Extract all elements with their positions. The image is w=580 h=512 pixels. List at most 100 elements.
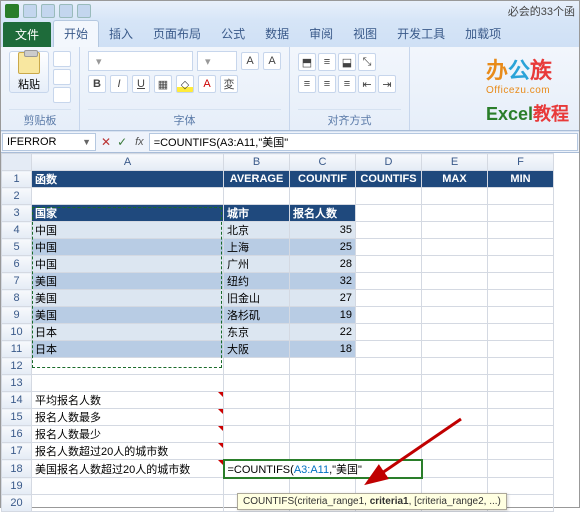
- font-size-dropdown[interactable]: ▾: [197, 51, 237, 71]
- worksheet-area[interactable]: A B C D E F 1 函数 AVERAGE COUNTIF COUNTIF…: [1, 153, 579, 512]
- row-header[interactable]: 19: [2, 478, 32, 495]
- cell[interactable]: [356, 341, 422, 358]
- cell[interactable]: [488, 409, 554, 426]
- tab-insert[interactable]: 插入: [99, 21, 143, 47]
- cell[interactable]: [224, 188, 290, 205]
- cell[interactable]: [224, 443, 290, 460]
- cut-button[interactable]: [53, 51, 71, 67]
- cell[interactable]: [488, 188, 554, 205]
- qat-undo-icon[interactable]: [41, 4, 55, 18]
- cell[interactable]: [356, 375, 422, 392]
- cell[interactable]: 22: [290, 324, 356, 341]
- cell[interactable]: [32, 478, 224, 495]
- qat-dropdown-icon[interactable]: [77, 4, 91, 18]
- cell[interactable]: [356, 188, 422, 205]
- tab-review[interactable]: 审阅: [299, 21, 343, 47]
- cell[interactable]: [356, 222, 422, 239]
- cell[interactable]: [422, 443, 488, 460]
- decrease-indent-button[interactable]: ⇤: [358, 75, 376, 93]
- col-header-C[interactable]: C: [290, 154, 356, 171]
- align-bottom-button[interactable]: ⬓: [338, 53, 356, 71]
- row-header[interactable]: 11: [2, 341, 32, 358]
- cell[interactable]: [488, 256, 554, 273]
- cell[interactable]: 报名人数最少: [32, 426, 224, 443]
- cell[interactable]: [32, 375, 224, 392]
- cell[interactable]: [224, 409, 290, 426]
- col-header-B[interactable]: B: [224, 154, 290, 171]
- increase-indent-button[interactable]: ⇥: [378, 75, 396, 93]
- cell[interactable]: [488, 205, 554, 222]
- cell[interactable]: [422, 478, 488, 495]
- cell[interactable]: [32, 358, 224, 375]
- cell[interactable]: [488, 341, 554, 358]
- col-header-E[interactable]: E: [422, 154, 488, 171]
- cell[interactable]: [356, 478, 422, 495]
- cell[interactable]: 国家: [32, 205, 224, 222]
- tab-home[interactable]: 开始: [53, 20, 99, 47]
- cell[interactable]: [488, 478, 554, 495]
- cell[interactable]: [422, 222, 488, 239]
- cell[interactable]: 35: [290, 222, 356, 239]
- row-header[interactable]: 5: [2, 239, 32, 256]
- cell[interactable]: 28: [290, 256, 356, 273]
- select-all-corner[interactable]: [2, 154, 32, 171]
- cell[interactable]: 大阪: [224, 341, 290, 358]
- cell[interactable]: [422, 375, 488, 392]
- tab-addins[interactable]: 加载项: [455, 21, 511, 47]
- phonetic-button[interactable]: 変: [220, 75, 238, 93]
- row-header[interactable]: 15: [2, 409, 32, 426]
- row-header[interactable]: 4: [2, 222, 32, 239]
- col-header-D[interactable]: D: [356, 154, 422, 171]
- cell[interactable]: COUNTIF: [290, 171, 356, 188]
- decrease-font-button[interactable]: A: [263, 52, 281, 70]
- cell[interactable]: [290, 188, 356, 205]
- tab-pagelayout[interactable]: 页面布局: [143, 21, 211, 47]
- row-header[interactable]: 1: [2, 171, 32, 188]
- name-box[interactable]: IFERROR ▼: [2, 133, 96, 151]
- cell[interactable]: 日本: [32, 341, 224, 358]
- cell[interactable]: AVERAGE: [224, 171, 290, 188]
- cell[interactable]: [356, 358, 422, 375]
- cell[interactable]: 32: [290, 273, 356, 290]
- cell[interactable]: [356, 426, 422, 443]
- cell[interactable]: [356, 409, 422, 426]
- cell[interactable]: [422, 290, 488, 307]
- cell[interactable]: [356, 205, 422, 222]
- paste-button[interactable]: 粘贴: [9, 51, 49, 93]
- cell[interactable]: 25: [290, 239, 356, 256]
- cell[interactable]: [422, 205, 488, 222]
- cell[interactable]: 中国: [32, 239, 224, 256]
- fx-icon[interactable]: fx: [131, 132, 148, 152]
- align-center-button[interactable]: ≡: [318, 75, 336, 93]
- cell[interactable]: 纽约: [224, 273, 290, 290]
- cell[interactable]: [224, 426, 290, 443]
- cell[interactable]: [488, 290, 554, 307]
- row-header[interactable]: 12: [2, 358, 32, 375]
- col-header-F[interactable]: F: [488, 154, 554, 171]
- cell[interactable]: 中国: [32, 256, 224, 273]
- cell[interactable]: [290, 409, 356, 426]
- cell[interactable]: [290, 358, 356, 375]
- cell[interactable]: [422, 460, 488, 478]
- underline-button[interactable]: U: [132, 75, 150, 93]
- row-header[interactable]: 13: [2, 375, 32, 392]
- cell[interactable]: MIN: [488, 171, 554, 188]
- font-name-dropdown[interactable]: ▾: [88, 51, 193, 71]
- italic-button[interactable]: I: [110, 75, 128, 93]
- cell[interactable]: 美国报名人数超过20人的城市数: [32, 460, 224, 478]
- increase-font-button[interactable]: A: [241, 52, 259, 70]
- cell[interactable]: [422, 409, 488, 426]
- align-left-button[interactable]: ≡: [298, 75, 316, 93]
- row-header[interactable]: 8: [2, 290, 32, 307]
- row-header[interactable]: 14: [2, 392, 32, 409]
- row-header[interactable]: 16: [2, 426, 32, 443]
- cell[interactable]: [422, 188, 488, 205]
- name-box-dropdown-icon[interactable]: ▼: [82, 137, 91, 147]
- cell[interactable]: [224, 392, 290, 409]
- cell[interactable]: [488, 307, 554, 324]
- cell[interactable]: [422, 358, 488, 375]
- cell[interactable]: [488, 443, 554, 460]
- cell[interactable]: [488, 273, 554, 290]
- fill-color-button[interactable]: ◇: [176, 75, 194, 93]
- cell[interactable]: [422, 426, 488, 443]
